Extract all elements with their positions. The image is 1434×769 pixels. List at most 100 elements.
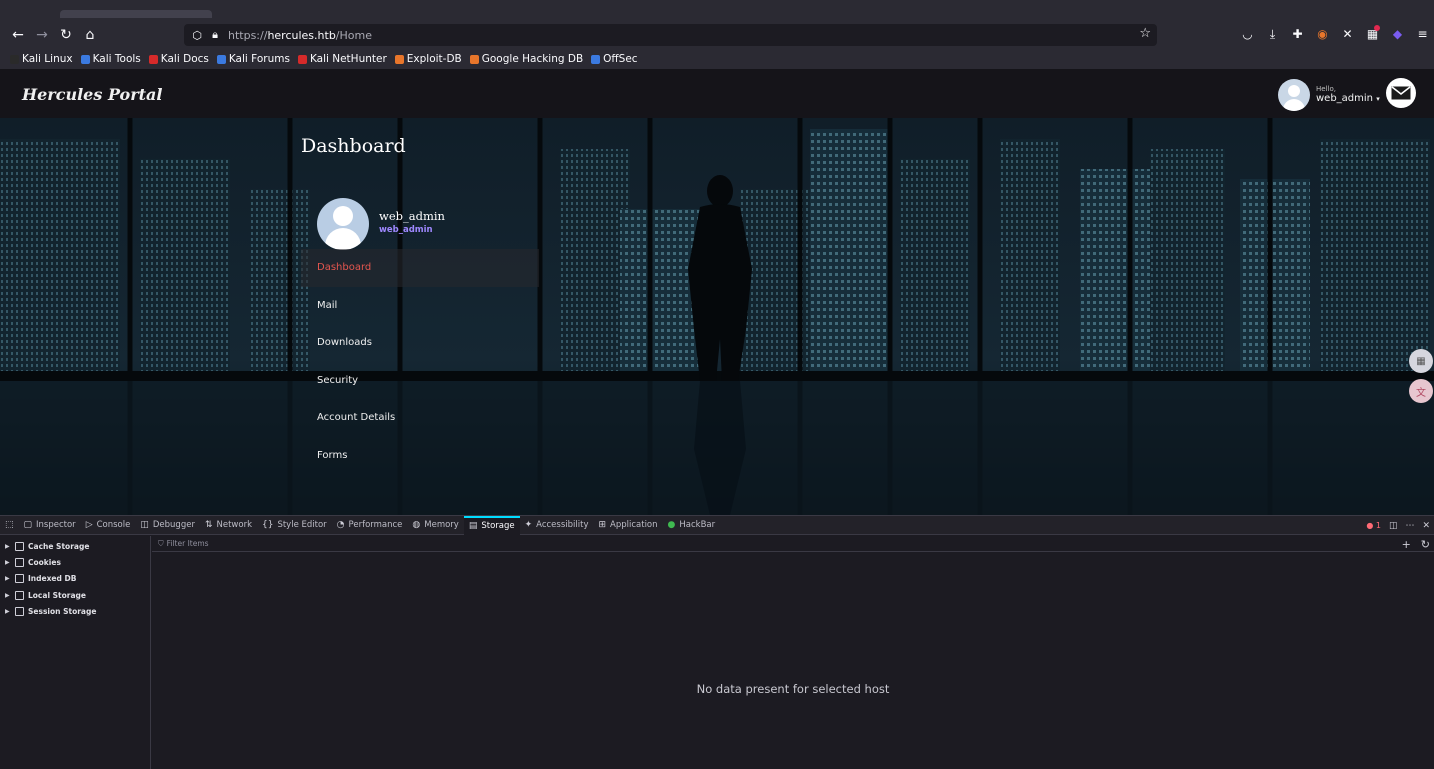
menu-item-label: Downloads (317, 337, 372, 349)
addon-badge-icon[interactable]: ▦ (1363, 23, 1382, 45)
menu-item-label: Account Details (317, 412, 396, 424)
translate-float-icon[interactable]: 文 (1409, 379, 1433, 403)
devtools-tab-accessibility[interactable]: ✦ Accessibility (520, 516, 594, 535)
devtools-tab-label: Performance (348, 520, 403, 530)
expand-arrow-icon[interactable]: ▶ (5, 608, 11, 615)
dock-icon[interactable]: ◫ (1389, 521, 1398, 531)
back-icon[interactable]: ← (6, 23, 30, 47)
bookmark-favicon-icon (216, 54, 226, 64)
devtools-tab-performance[interactable]: ◔ Performance (332, 516, 408, 535)
browser-tab[interactable] (60, 10, 212, 18)
bookmark-favicon-icon (10, 54, 19, 64)
bookmark-item[interactable]: Exploit-DB (394, 53, 462, 65)
bookmark-item[interactable]: Kali Docs (148, 53, 209, 65)
bookmark-star-icon[interactable]: ☆ (1139, 26, 1151, 41)
bookmark-favicon-icon (394, 54, 404, 64)
devtools-tab-label: Console (96, 520, 131, 530)
bookmark-item[interactable]: Kali Linux (10, 53, 73, 65)
menu-item-dashboard[interactable]: Dashboard (301, 249, 539, 287)
bookmarks-toolbar: Kali Linux Kali Tools Kali Docs Kali Forums… (0, 49, 1434, 69)
lock-icon[interactable]: 🔒︎ (206, 26, 224, 44)
devtools-tab-style-editor[interactable]: {} Style Editor (257, 516, 332, 535)
forward-icon[interactable]: → (30, 23, 54, 47)
bookmark-favicon-icon (591, 54, 601, 64)
menu-item-account-details[interactable]: Account Details (301, 399, 539, 437)
bookmark-item[interactable]: Kali Forums (216, 53, 290, 65)
filter-input[interactable]: Filter Items (167, 539, 209, 548)
avatar[interactable] (1278, 79, 1310, 111)
storage-tree-item[interactable]: ▶ Cookies (0, 554, 150, 570)
url-bar[interactable]: ⬡ 🔒︎ https://hercules.htb/Home ☆ (184, 24, 1157, 46)
storage-tree-item[interactable]: ▶ Session Storage (0, 603, 150, 619)
application-icon: ⊞ (598, 520, 607, 530)
menu-item-security[interactable]: Security (301, 362, 539, 400)
error-badge[interactable]: ● 1 (1366, 521, 1381, 530)
bookmark-item[interactable]: Kali Tools (80, 53, 141, 65)
bookmark-item[interactable]: Kali NetHunter (297, 53, 387, 65)
caret-down-icon: ▾ (1376, 95, 1380, 104)
extensions-icon[interactable]: ✚ (1288, 23, 1307, 45)
page-title: Dashboard (301, 135, 406, 157)
close-devtools-icon[interactable]: ✕ (1422, 521, 1430, 531)
bookmark-label: OffSec (603, 53, 638, 65)
storage-tree: ▶ Cache Storage ▶ Cookies ▶ Indexed DB ▶ Local … (0, 536, 151, 769)
mail-icon[interactable] (1386, 78, 1416, 108)
more-options-icon[interactable]: ⋯ (1405, 521, 1414, 531)
bookmark-favicon-icon (297, 54, 307, 64)
devtools-tab-application[interactable]: ⊞ Application (593, 516, 662, 535)
storage-tree-item[interactable]: ▶ Cache Storage (0, 538, 150, 554)
wappalyzer-icon[interactable]: ◆ (1388, 23, 1407, 45)
qr-icon[interactable]: ▦ (1409, 349, 1433, 373)
home-icon[interactable]: ⌂ (78, 23, 102, 47)
menu-item-mail[interactable]: Mail (301, 287, 539, 325)
debugger-icon: ◫ (140, 520, 149, 530)
element-picker-icon[interactable]: ⬚ (0, 516, 19, 535)
menu-item-downloads[interactable]: Downloads (301, 324, 539, 362)
devtools-tab-hackbar[interactable]: ● HackBar (663, 516, 721, 535)
devtools-tab-debugger[interactable]: ◫ Debugger (135, 516, 200, 535)
devtools-tab-memory[interactable]: ◍ Memory (407, 516, 463, 535)
storage-tree-item[interactable]: ▶ Local Storage (0, 587, 150, 603)
devtools-tab-storage[interactable]: ▤ Storage (463, 515, 520, 535)
add-item-icon[interactable]: + (1402, 538, 1411, 551)
menu-item-forms[interactable]: Forms (301, 437, 539, 475)
pocket-icon[interactable]: ◡ (1238, 23, 1257, 45)
translate-icon[interactable]: ✕ (1338, 23, 1357, 45)
filter-icon: ⛉ (158, 538, 164, 548)
menu-icon[interactable]: ≡ (1413, 23, 1432, 45)
downloads-icon[interactable]: ⤓ (1263, 23, 1282, 45)
shield-icon[interactable]: ⬡ (188, 26, 206, 44)
bookmark-item[interactable]: Google Hacking DB (469, 53, 583, 65)
hello-username: web_admin (1316, 93, 1374, 105)
user-dropdown[interactable]: Hello, web_admin ▾ (1278, 79, 1380, 111)
devtools-tab-console[interactable]: ▷ Console (81, 516, 136, 535)
profile-handle: web_admin (379, 225, 433, 235)
site-header: Hercules Portal Hello, web_admin ▾ (0, 69, 1434, 118)
devtools-tab-label: Memory (424, 520, 459, 530)
bookmark-label: Kali Forums (228, 53, 290, 65)
storage-icon: ▤ (468, 521, 478, 531)
devtools-tab-inspector[interactable]: ▢ Inspector (19, 516, 81, 535)
page-viewport: Hercules Portal Hello, web_admin ▾ Dashb… (0, 69, 1434, 515)
foxyproxy-icon[interactable]: ◉ (1313, 23, 1332, 45)
bookmark-item[interactable]: OffSec (591, 53, 638, 65)
devtools-panel: ⬚ ▢ Inspector ▷ Console ◫ Debugger ⇅ Network{} S… (0, 515, 1434, 769)
bookmark-label: Exploit-DB (406, 53, 462, 65)
expand-arrow-icon[interactable]: ▶ (5, 592, 11, 599)
expand-arrow-icon[interactable]: ▶ (5, 559, 11, 566)
refresh-icon[interactable]: ↻ (1421, 538, 1430, 551)
site-title[interactable]: Hercules Portal (22, 85, 162, 104)
devtools-tab-label: Accessibility (536, 520, 589, 530)
filter-bar: ⛉ Filter Items + ↻ (152, 536, 1434, 552)
hackbar-icon: ● (667, 520, 676, 530)
bookmark-label: Kali NetHunter (309, 53, 387, 65)
database-icon (15, 557, 24, 567)
expand-arrow-icon[interactable]: ▶ (5, 543, 11, 550)
city-background-image (0, 69, 1434, 515)
devtools-tab-network[interactable]: ⇅ Network (200, 516, 257, 535)
url-text[interactable]: https://hercules.htb/Home (228, 29, 372, 42)
reload-icon[interactable]: ↻ (54, 23, 78, 47)
storage-tree-item[interactable]: ▶ Indexed DB (0, 571, 150, 587)
expand-arrow-icon[interactable]: ▶ (5, 575, 11, 582)
devtools-tab-label: Storage (481, 521, 515, 531)
